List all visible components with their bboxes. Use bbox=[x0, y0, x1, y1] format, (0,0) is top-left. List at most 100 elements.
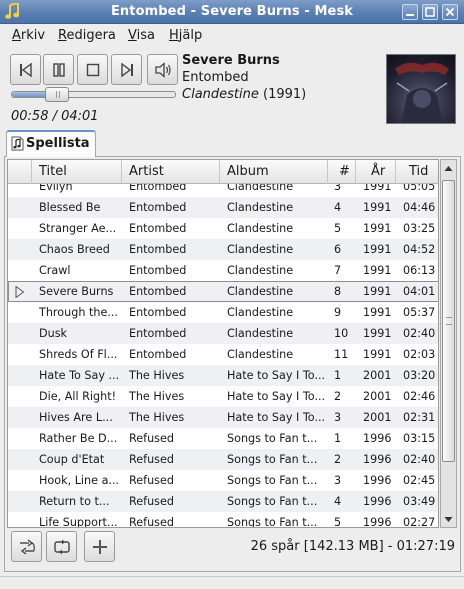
shuffle-button[interactable] bbox=[11, 531, 42, 562]
column-header-title[interactable]: Titel bbox=[32, 160, 122, 184]
cell-title: Shreds Of Fl... bbox=[39, 348, 118, 361]
cell-album: Clandestine bbox=[227, 348, 294, 361]
column-header-time[interactable]: Tid bbox=[396, 160, 438, 184]
table-row[interactable]: Blessed Be Entombed Clandestine 4 1991 04:46 bbox=[8, 197, 438, 218]
stop-button[interactable] bbox=[77, 54, 108, 85]
column-header-number[interactable]: # bbox=[328, 160, 356, 184]
table-row[interactable]: Evilyn Entombed Clandestine 3 1991 05:05 bbox=[8, 184, 438, 197]
playlist-table: Titel Artist Album # År Tid Evilyn Entomb… bbox=[7, 159, 439, 528]
scroll-down-icon[interactable] bbox=[441, 512, 456, 527]
cell-year: 1991 bbox=[363, 285, 392, 298]
cell-number: 1 bbox=[334, 369, 342, 382]
scroll-thumb[interactable] bbox=[442, 180, 455, 462]
cell-time: 02:40 bbox=[403, 327, 436, 340]
volume-button[interactable] bbox=[147, 54, 178, 85]
menu-redigera[interactable]: Redigera bbox=[58, 28, 116, 43]
album-year: (1991) bbox=[263, 87, 307, 102]
previous-icon bbox=[20, 62, 32, 78]
pause-icon bbox=[53, 63, 65, 77]
table-row[interactable]: Hook, Line a... Refused Songs to Fan t... 3… bbox=[8, 470, 438, 491]
cell-year: 1996 bbox=[363, 516, 392, 528]
cell-number: 1 bbox=[334, 432, 342, 445]
cell-title: Life Support... bbox=[39, 516, 118, 528]
table-row[interactable]: Coup d'Etat Refused Songs to Fan t... 2 1996… bbox=[8, 449, 438, 470]
cell-album: Songs to Fan t... bbox=[227, 432, 318, 445]
cell-time: 04:46 bbox=[403, 201, 436, 214]
table-row[interactable]: Chaos Breed Entombed Clandestine 6 1991 04:52 bbox=[8, 239, 438, 260]
cell-title: Chaos Breed bbox=[39, 243, 110, 256]
seek-handle[interactable] bbox=[45, 87, 69, 102]
add-button[interactable] bbox=[84, 531, 115, 562]
table-row-current[interactable]: Severe Burns Entombed Clandestine 8 1991 04:0… bbox=[8, 281, 438, 302]
minimize-icon bbox=[406, 14, 414, 16]
column-header-artist[interactable]: Artist bbox=[122, 160, 220, 184]
cell-year: 1991 bbox=[363, 222, 392, 235]
cell-artist: Refused bbox=[129, 495, 174, 508]
minimize-button[interactable] bbox=[402, 4, 418, 20]
table-row[interactable]: Crawl Entombed Clandestine 7 1991 06:13 bbox=[8, 260, 438, 281]
cell-time: 06:13 bbox=[403, 264, 436, 277]
cell-year: 1991 bbox=[363, 243, 392, 256]
cell-album: Clandestine bbox=[227, 264, 294, 277]
cell-number: 2 bbox=[334, 453, 342, 466]
cell-year: 1991 bbox=[363, 264, 392, 277]
cell-number: 2 bbox=[334, 390, 342, 403]
cell-time: 02:45 bbox=[403, 474, 436, 487]
table-row[interactable]: Hate To Say ... The Hives Hate to Say I To… bbox=[8, 365, 438, 386]
cell-title: Hate To Say ... bbox=[39, 369, 120, 382]
cell-number: 10 bbox=[334, 327, 349, 340]
repeat-button[interactable] bbox=[46, 531, 77, 562]
menu-visa[interactable]: Visa bbox=[128, 28, 155, 43]
menu-hjalp[interactable]: Hjälp bbox=[169, 28, 202, 43]
maximize-icon bbox=[425, 7, 435, 17]
volume-icon bbox=[155, 62, 171, 78]
table-row[interactable]: Through the... Entombed Clandestine 9 1991 05… bbox=[8, 302, 438, 323]
column-header-album[interactable]: Album bbox=[220, 160, 328, 184]
tab-playlist[interactable]: Spellista bbox=[6, 130, 96, 157]
column-header-indicator[interactable] bbox=[8, 160, 32, 184]
cell-number: 3 bbox=[334, 184, 342, 193]
tab-playlist-label: Spellista bbox=[26, 136, 90, 151]
cell-year: 1991 bbox=[363, 201, 392, 214]
vertical-scrollbar[interactable] bbox=[440, 159, 457, 528]
cell-year: 1996 bbox=[363, 495, 392, 508]
cell-artist: Entombed bbox=[129, 348, 187, 361]
cell-artist: Entombed bbox=[129, 306, 187, 319]
scroll-up-icon[interactable] bbox=[441, 161, 456, 176]
table-row[interactable]: Life Support... Refused Songs to Fan t... 5… bbox=[8, 512, 438, 528]
pause-button[interactable] bbox=[43, 54, 74, 85]
close-window-button[interactable] bbox=[442, 4, 458, 20]
table-row[interactable]: Shreds Of Fl... Entombed Clandestine 11 1991… bbox=[8, 344, 438, 365]
close-icon bbox=[445, 7, 455, 17]
cell-time: 03:25 bbox=[403, 222, 436, 235]
table-row[interactable]: Dusk Entombed Clandestine 10 1991 02:40 bbox=[8, 323, 438, 344]
table-row[interactable]: Return to t... Refused Songs to Fan t... 4 1… bbox=[8, 491, 438, 512]
cell-title: Through the... bbox=[39, 306, 118, 319]
table-row[interactable]: Hives Are L... The Hives Hate to Say I To.… bbox=[8, 407, 438, 428]
cell-title: Coup d'Etat bbox=[39, 453, 105, 466]
next-button[interactable] bbox=[111, 54, 142, 85]
seek-slider[interactable] bbox=[11, 87, 176, 102]
cell-number: 8 bbox=[334, 285, 342, 298]
menu-arkiv[interactable]: Arkiv bbox=[12, 28, 45, 43]
maximize-button[interactable] bbox=[422, 4, 438, 20]
cell-year: 2001 bbox=[363, 411, 392, 424]
table-row[interactable]: Rather Be D... Refused Songs to Fan t... 1 1… bbox=[8, 428, 438, 449]
previous-button[interactable] bbox=[10, 54, 41, 85]
cell-time: 03:49 bbox=[403, 495, 436, 508]
cell-album: Clandestine bbox=[227, 201, 294, 214]
table-row[interactable]: Die, All Right! The Hives Hate to Say I To… bbox=[8, 386, 438, 407]
cell-album: Hate to Say I To... bbox=[227, 411, 326, 424]
repeat-icon bbox=[54, 539, 70, 555]
column-header-year[interactable]: År bbox=[356, 160, 396, 184]
shuffle-icon bbox=[20, 539, 35, 555]
table-row[interactable]: Stranger Ae... Entombed Clandestine 5 1991 03… bbox=[8, 218, 438, 239]
cell-title: Dusk bbox=[39, 327, 68, 340]
cell-time: 04:52 bbox=[403, 243, 436, 256]
cell-time: 02:46 bbox=[403, 390, 436, 403]
cell-number: 9 bbox=[334, 306, 342, 319]
cell-artist: Entombed bbox=[129, 285, 187, 298]
cell-time: 05:05 bbox=[403, 184, 436, 193]
cell-artist: The Hives bbox=[129, 369, 185, 382]
cell-artist: Entombed bbox=[129, 222, 187, 235]
